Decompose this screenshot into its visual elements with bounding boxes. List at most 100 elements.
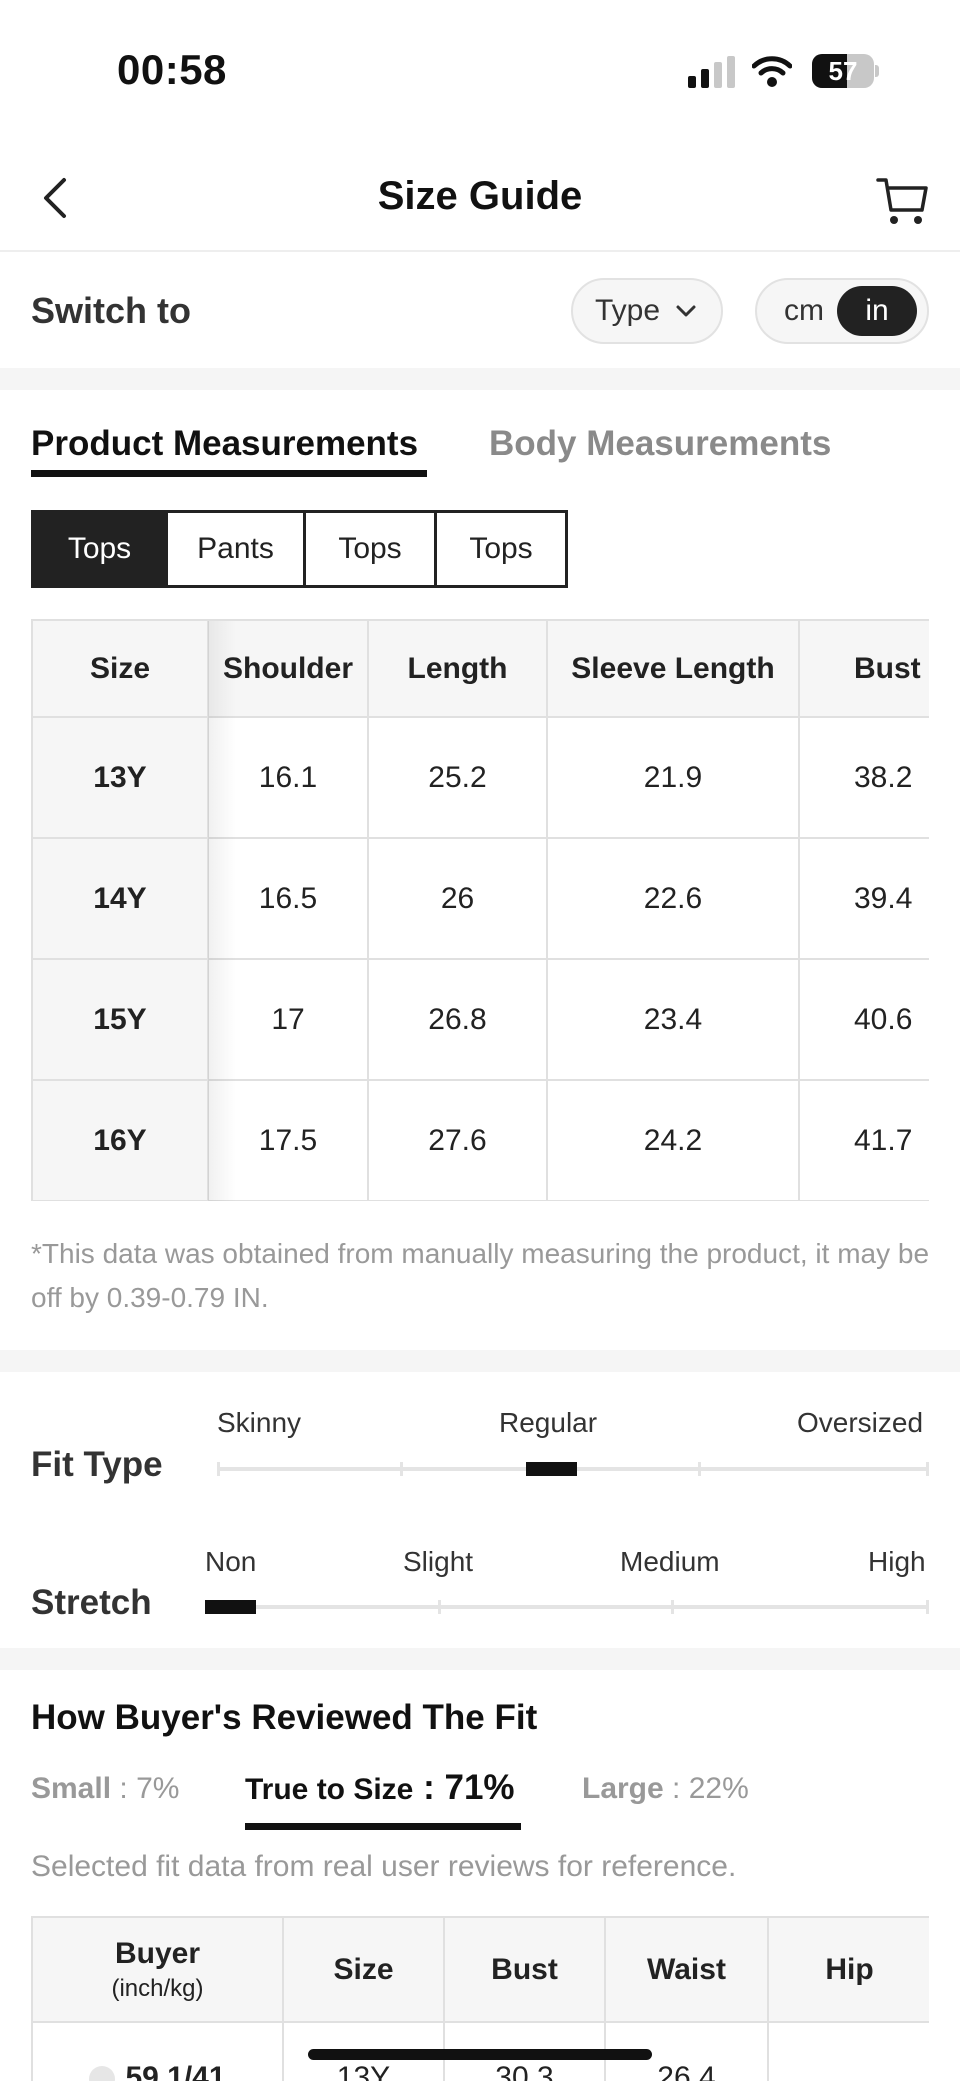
fit-tick [400,1462,403,1476]
separator: : [663,1772,689,1805]
buyer-measurement: 59.1/41 [125,2061,226,2081]
stretch-tick [671,1600,674,1614]
review-small-label: Small [31,1772,112,1805]
size-cell: 16Y [33,1080,209,1201]
stretch-label-high: High [868,1546,926,1577]
review-small-pct: 7% [136,1772,180,1805]
review-large-pct: 22% [688,1772,749,1805]
unit-toggle[interactable]: cm in [755,278,929,344]
table-header-row: Buyer (inch/kg) Size Bust Waist Hip [33,1918,929,2023]
tab-body-measurements[interactable]: Body Measurements [489,424,831,464]
page-title: Size Guide [377,174,583,218]
stretch-label-slight: Slight [403,1546,474,1577]
fit-type-marker [526,1462,577,1476]
status-time: 00:58 [117,46,227,93]
stretch-marker [205,1600,256,1614]
buyer-header-label: Buyer [114,1936,201,1970]
table-cell: 24.2 [547,1080,800,1201]
table-cell: 21.9 [547,717,800,839]
home-indicator[interactable] [308,2049,652,2060]
column-header-buyer: Buyer (inch/kg) [33,1918,284,2023]
fit-tick [698,1462,701,1476]
column-header: Bust [444,1918,606,2023]
column-header: Waist [605,1918,769,2023]
size-cell: 14Y [33,838,209,960]
reviews-note: Selected fit data from real user reviews… [31,1850,737,1883]
fit-tick [926,1462,929,1476]
avatar [89,2066,116,2081]
segment-tops[interactable]: Tops [434,513,565,585]
size-cell: 13Y [33,717,209,839]
category-segment: Tops Pants Tops Tops [31,510,568,588]
unit-in-option[interactable]: in [837,286,917,336]
review-true-to-size-pct: 71% [444,1768,515,1807]
size-cell: 15Y [33,959,209,1081]
stretch-title: Stretch [31,1583,152,1622]
tab-product-measurements[interactable]: Product Measurements [31,424,418,464]
status-bar: 00:58 57 [0,0,960,140]
chevron-down-icon [676,305,696,317]
active-review-indicator [245,1823,521,1830]
table-cell: 41.7 [799,1080,929,1201]
table-cell: 17.5 [208,1080,369,1201]
stretch-tick [438,1600,441,1614]
stretch-label-medium: Medium [620,1546,720,1577]
buyer-header-unit: (inch/kg) [111,1974,204,2002]
measurement-note: *This data was obtained from manually me… [31,1238,930,1313]
unit-cm-option[interactable]: cm [773,280,835,342]
measurement-table[interactable]: Size Shoulder Length Sleeve Length Bust … [31,619,929,1201]
active-tab-indicator [31,470,427,477]
switch-row: Switch to Type cm in [0,254,960,368]
segment-tops[interactable]: Tops [303,513,434,585]
table-cell: 26 [368,838,548,960]
wifi-icon [752,56,792,87]
column-header: Shoulder [208,621,369,718]
fit-label-oversized: Oversized [797,1407,924,1438]
buyer-cell: 59.1/41 [33,2022,284,2081]
table-cell: 25.2 [368,717,548,839]
table-cell: 17 [208,959,369,1081]
table-row: 16Y 17.5 27.6 24.2 41.7 [33,1080,929,1201]
reviews-title: How Buyer's Reviewed The Fit [31,1698,538,1737]
type-dropdown-label: Type [595,294,661,327]
table-row: 13Y 16.1 25.2 21.9 38.2 [33,717,929,839]
table-row: 15Y 17 26.8 23.4 40.6 [33,959,929,1081]
fit-type-title: Fit Type [31,1445,163,1484]
fit-tick [217,1462,220,1476]
nav-header: Size Guide [0,140,960,252]
table-cell: 22.6 [547,838,800,960]
column-header: Size [283,1918,445,2023]
table-cell: 40.6 [799,959,929,1081]
table-cell: 16.5 [208,838,369,960]
table-row: 14Y 16.5 26 22.6 39.4 [33,838,929,960]
switch-label: Switch to [31,290,191,331]
table-header-row: Size Shoulder Length Sleeve Length Bust [33,621,929,718]
battery-percent: 57 [828,56,858,86]
cart-icon[interactable] [874,172,930,228]
table-cell: 16.1 [208,717,369,839]
table-cell: 27.6 [368,1080,548,1201]
section-divider [0,1350,960,1372]
column-header: Size [33,621,209,718]
review-small-option[interactable]: Small : 7% [31,1772,179,1806]
column-header: Hip [768,1918,929,2023]
table-cell: 39.4 [799,838,929,960]
fit-label-regular: Regular [499,1407,598,1438]
table-cell [768,2022,929,2081]
battery-icon: 57 [812,54,879,88]
fit-label-skinny: Skinny [217,1407,302,1438]
review-large-option[interactable]: Large : 22% [582,1772,749,1806]
review-true-to-size-option[interactable]: True to Size : 71% [245,1768,515,1808]
review-large-label: Large [582,1772,664,1805]
table-cell: 26.8 [368,959,548,1081]
stretch-tick [926,1600,929,1614]
segment-pants[interactable]: Pants [165,513,303,585]
separator: : [111,1772,137,1805]
section-divider [0,368,960,390]
segment-tops[interactable]: Tops [34,513,165,585]
review-true-to-size-label: True to Size [245,1773,414,1806]
table-cell: 23.4 [547,959,800,1081]
table-cell: 38.2 [799,717,929,839]
type-dropdown[interactable]: Type [571,278,723,344]
stretch-track [205,1605,929,1609]
